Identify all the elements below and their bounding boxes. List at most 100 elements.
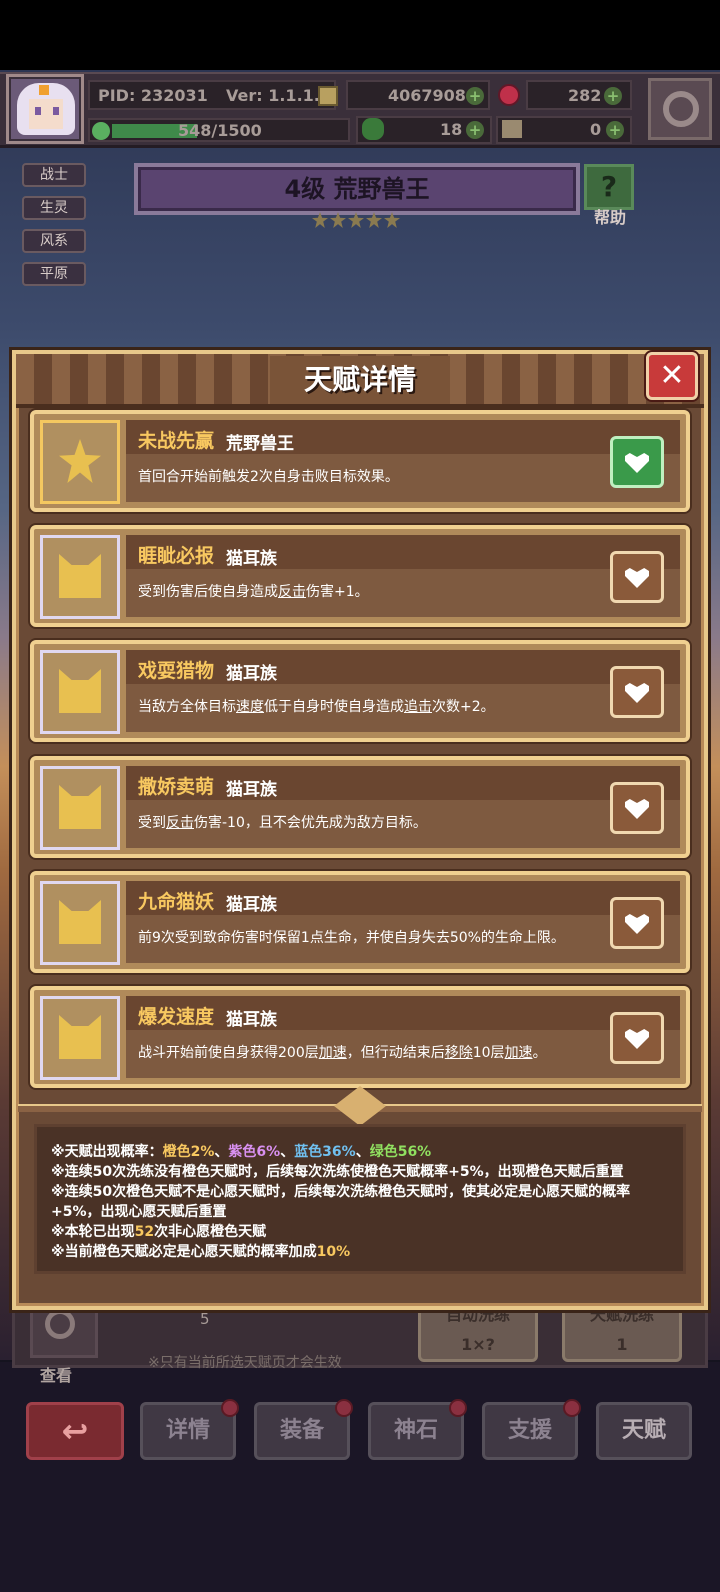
- xp-value: 548/1500: [178, 121, 262, 140]
- talent-card[interactable]: 爆发速度 猫耳族战斗开始前使自身获得200层加速，但行动结束后移除10层加速。: [30, 986, 690, 1088]
- star-icon: [330, 212, 346, 228]
- nav-details[interactable]: 详情: [140, 1399, 239, 1460]
- talent-name: 爆发速度: [138, 1006, 215, 1028]
- close-button[interactable]: ✕: [646, 352, 698, 400]
- star-icon: [59, 439, 101, 483]
- nav-support[interactable]: 支援: [482, 1399, 581, 1460]
- gold-value: 4067908: [388, 86, 466, 105]
- heart-icon: [625, 568, 649, 588]
- probability-info: ※天赋出现概率：橙色2%、紫色6%、蓝色36%、绿色56% ※连续50次洗练没有…: [34, 1124, 686, 1274]
- talent-tribe: 荒野兽王: [226, 434, 294, 454]
- clover-plus-icon[interactable]: +: [466, 121, 484, 139]
- talent-card[interactable]: 睚眦必报 猫耳族受到伤害后使自身造成反击伤害+1。: [30, 525, 690, 627]
- talent-tribe: 猫耳族: [226, 1010, 277, 1030]
- cat-icon: [59, 1015, 101, 1059]
- back-button[interactable]: ↩: [26, 1402, 124, 1460]
- gold-plus-icon[interactable]: +: [466, 87, 484, 105]
- page-note: ※只有当前所选天赋页才会生效: [148, 1355, 342, 1371]
- modal-title: 天赋详情: [270, 356, 450, 404]
- heart-icon: [625, 1029, 649, 1049]
- hero-title: 4级 荒野兽王: [284, 175, 430, 203]
- talent-icon: [40, 535, 120, 619]
- heart-icon: [625, 914, 649, 934]
- info-line-count: ※本轮已出现52次非心愿橙色天赋: [51, 1224, 267, 1240]
- star-icon: [348, 212, 364, 228]
- info-line-rates: ※天赋出现概率：橙色2%、紫色6%、蓝色36%、绿色56%: [51, 1144, 432, 1160]
- modal-header: 天赋详情: [16, 354, 704, 408]
- talent-description: 受到伤害后使自身造成反击伤害+1。: [138, 584, 369, 600]
- bottom-background: [0, 1362, 720, 1592]
- talent-description: 战斗开始前使自身获得200层加速，但行动结束后移除10层加速。: [138, 1045, 547, 1061]
- heart-icon: [625, 683, 649, 703]
- talent-name: 戏耍猎物: [138, 660, 215, 682]
- talent-icon: [40, 766, 120, 850]
- player-avatar[interactable]: [6, 74, 84, 144]
- xp-icon: [92, 122, 110, 140]
- tag-race: 生灵: [22, 196, 86, 220]
- wish-toggle-button[interactable]: [610, 1012, 664, 1064]
- gem-plus-icon[interactable]: +: [604, 87, 622, 105]
- talent-name: 九命猫妖: [138, 891, 215, 913]
- hero-stars: [312, 210, 402, 234]
- info-line-wish-a: ※连续50次橙色天赋不是心愿天赋时，后续每次洗练橙色天赋时，使其必定是心愿天赋的…: [51, 1184, 631, 1200]
- talent-card[interactable]: 撒娇卖萌 猫耳族 受到反击伤害-10，且不会优先成为敌方目标。: [30, 756, 690, 858]
- hero-title-banner: 4级 荒野兽王: [134, 163, 580, 215]
- gear-icon: [663, 91, 699, 127]
- star-icon: [384, 212, 400, 228]
- cat-icon: [59, 785, 101, 829]
- talent-name: 未战先赢: [138, 430, 215, 452]
- close-icon: ✕: [659, 358, 685, 393]
- notification-dot: [221, 1399, 239, 1417]
- talent-card[interactable]: 未战先赢 荒野兽王首回合开始前触发2次自身击败目标效果。: [30, 410, 690, 512]
- talent-icon: [40, 420, 120, 504]
- settings-button[interactable]: [648, 78, 712, 140]
- wish-toggle-button[interactable]: [610, 897, 664, 949]
- cat-icon: [59, 900, 101, 944]
- talent-description: 前9次受到致命伤害时保留1点生命，并使自身失去50%的生命上限。: [138, 930, 565, 946]
- notification-dot: [563, 1399, 581, 1417]
- magnifier-icon: [45, 1309, 75, 1339]
- talent-description: 受到反击伤害-10，且不会优先成为敌方目标。: [138, 815, 427, 831]
- tag-class: 战士: [22, 163, 86, 187]
- wish-toggle-button[interactable]: [610, 782, 664, 834]
- info-line-wish-b: +5%，出现心愿天赋后重置: [51, 1204, 227, 1220]
- star-icon: [312, 212, 328, 228]
- shoe-icon: [502, 120, 522, 138]
- talent-tribe: 猫耳族: [226, 780, 277, 800]
- info-line-pity: ※连续50次洗练没有橙色天赋时，后续每次洗练使橙色天赋概率+5%，出现橙色天赋后…: [51, 1164, 624, 1180]
- tag-element: 风系: [22, 229, 86, 253]
- wish-toggle-button[interactable]: [610, 551, 664, 603]
- clover-value: 18: [440, 120, 463, 139]
- talent-description: 当敌方全体目标速度低于自身时使自身造成追击次数+2。: [138, 699, 495, 715]
- star-icon: [366, 212, 382, 228]
- talent-tribe: 猫耳族: [226, 549, 277, 569]
- gem-value: 282: [568, 86, 602, 105]
- help-label: 帮助: [593, 208, 626, 227]
- talent-tribe: 猫耳族: [226, 664, 277, 684]
- talent-card[interactable]: 九命猫妖 猫耳族 前9次受到致命伤害时保留1点生命，并使自身失去50%的生命上限。: [30, 871, 690, 973]
- tag-terrain: 平原: [22, 262, 86, 286]
- talent-icon: [40, 650, 120, 734]
- talent-description: 首回合开始前触发2次自身击败目标效果。: [138, 469, 399, 485]
- heart-icon: [625, 799, 649, 819]
- gem-icon: [498, 84, 520, 106]
- heart-icon: [625, 453, 649, 473]
- talent-icon: [40, 881, 120, 965]
- talent-name: 睚眦必报: [138, 545, 215, 567]
- back-arrow-icon: ↩: [61, 1412, 89, 1450]
- talent-card[interactable]: 戏耍猎物 猫耳族当敌方全体目标速度低于自身时使自身造成追击次数+2。: [30, 640, 690, 742]
- nav-equipment[interactable]: 装备: [254, 1399, 353, 1460]
- cat-icon: [59, 554, 101, 598]
- nav-divine-stone[interactable]: 神石: [368, 1399, 467, 1460]
- shoe-plus-icon[interactable]: +: [606, 121, 624, 139]
- shoe-value: 0: [590, 120, 602, 139]
- cat-icon: [59, 669, 101, 713]
- wish-toggle-button[interactable]: [610, 666, 664, 718]
- clover-icon: [362, 118, 384, 140]
- view-label: 查看: [40, 1366, 73, 1385]
- info-line-bonus: ※当前橙色天赋必定是心愿天赋的概率加成10%: [51, 1244, 351, 1260]
- nav-talent[interactable]: 天赋: [596, 1402, 692, 1460]
- wish-toggle-button[interactable]: [610, 436, 664, 488]
- potion-count: 5: [200, 1310, 210, 1328]
- talent-icon: [40, 996, 120, 1080]
